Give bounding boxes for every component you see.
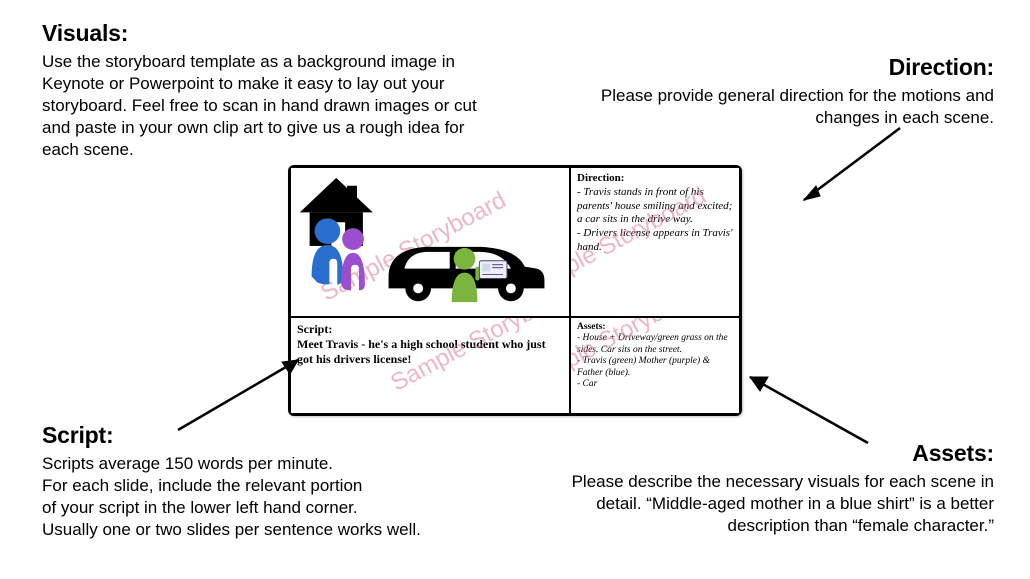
callout-assets-body: Please describe the necessary visuals fo… [554,471,994,537]
storyboard-assets-cell: Sample Storyboard Assets: - House + Driv… [570,317,740,414]
license-card-icon [479,261,507,279]
script-label: Script: [297,322,332,336]
callout-direction-body: Please provide general direction for the… [564,85,994,129]
direction-body: - Travis stands in front of his parents'… [577,186,732,253]
arrow-script [170,350,320,440]
arrow-assets [740,365,880,455]
storyboard-script-cell: Sample Storyboard Script: Meet Travis - … [290,317,570,414]
arrow-direction [790,120,920,220]
mother-icon [341,228,365,290]
storyboard-card: Sample Storyboard [288,165,742,416]
callout-visuals-heading: Visuals: [42,20,482,47]
callout-visuals: Visuals: Use the storyboard template as … [42,20,482,161]
scene-illustration [291,168,569,316]
assets-body: - House + Driveway/green grass on the si… [577,333,728,389]
callout-visuals-body: Use the storyboard template as a backgro… [42,51,482,161]
callout-script-body: Scripts average 150 words per minute. Fo… [42,453,442,541]
storyboard-direction-cell: Sample Storyboard Direction: - Travis st… [570,167,740,317]
callout-direction-heading: Direction: [564,54,994,81]
storyboard-visual-cell: Sample Storyboard [290,167,570,317]
father-icon [312,218,344,284]
assets-label: Assets: [577,322,606,332]
script-body: Meet Travis - he's a high school student… [297,337,546,366]
direction-label: Direction: [577,172,624,184]
callout-direction: Direction: Please provide general direct… [564,54,994,129]
watermark-text: Sample Storyboard [386,317,570,398]
